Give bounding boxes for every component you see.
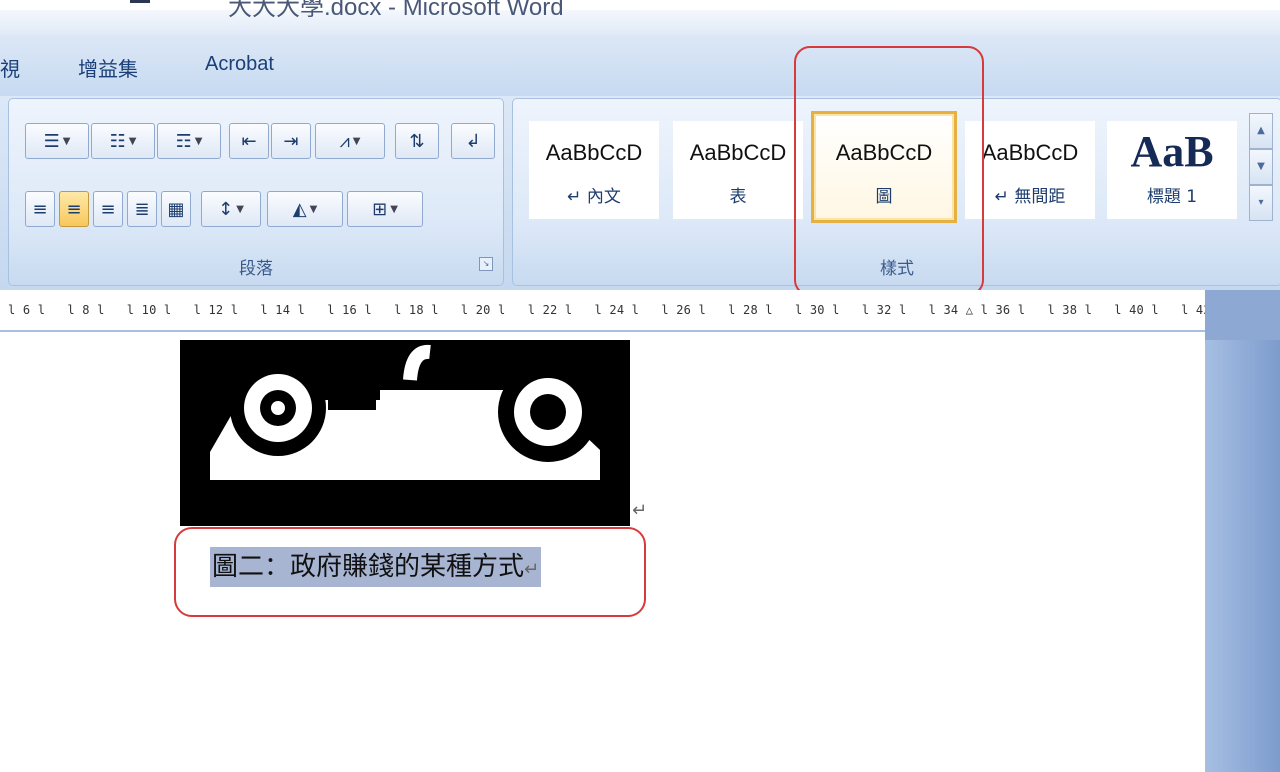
tow-truck-image[interactable] xyxy=(180,340,630,526)
style-annotation-box xyxy=(794,46,984,296)
chevron-down-icon: ▼ xyxy=(62,135,71,147)
align-center-button[interactable]: ≡ xyxy=(59,191,89,227)
multilevel-list-button[interactable]: ☶ ▼ xyxy=(157,123,221,159)
ribbon-tabs: 視 增益集 Acrobat xyxy=(0,36,1280,97)
ruler-scale: l 6 l l 8 l l 10 l l 12 l l 14 l l 16 l … xyxy=(8,303,1211,317)
decrease-indent-icon: ⇤ xyxy=(241,130,257,152)
paragraph-group-label: 段落 xyxy=(239,259,273,279)
sort-icon: ⇅ xyxy=(409,130,425,152)
tab-addins[interactable]: 增益集 xyxy=(78,53,138,82)
style-sample: AaBbCcD xyxy=(545,140,643,165)
paragraph-return-mark: ↵ xyxy=(632,500,648,521)
asian-layout-button[interactable]: ⩘ ▼ xyxy=(315,123,385,159)
tab-acrobat[interactable]: Acrobat xyxy=(205,53,274,76)
align-left-button[interactable]: ≡ xyxy=(25,191,55,227)
style-table[interactable]: AaBbCcD 表 xyxy=(673,121,803,219)
borders-button[interactable]: ⊞ ▼ xyxy=(347,191,423,227)
align-right-icon: ≡ xyxy=(100,198,116,220)
align-center-icon: ≡ xyxy=(66,198,82,220)
style-normal[interactable]: AaBbCcD ↵ 內文 xyxy=(529,121,659,219)
style-sample: AaBbCcD xyxy=(981,140,1079,165)
style-name: 表 xyxy=(729,187,747,207)
style-name: 標題 1 xyxy=(1146,187,1198,207)
tab-view[interactable]: 視 xyxy=(0,53,20,82)
paragraph-group: ☰ ▼ ☷ ▼ ☶ ▼ ⇤ ⇥ ⩘ ▼ ⇅ ↲ ≡ ≡ ≡ ≣ ▦ ↕ ▼ ◭ … xyxy=(8,98,504,286)
style-name: ↵ 內文 xyxy=(567,187,621,207)
border-grid-icon: ⊞ xyxy=(372,198,388,220)
numbered-list-icon: ☷ xyxy=(109,130,126,152)
sort-button[interactable]: ⇅ xyxy=(395,123,439,159)
vertical-scrollbar[interactable] xyxy=(1205,340,1280,772)
chevron-down-icon: ▼ xyxy=(128,135,137,147)
title-bar-fragment xyxy=(130,0,150,3)
numbering-button[interactable]: ☷ ▼ xyxy=(91,123,155,159)
caption-annotation-box xyxy=(174,527,646,617)
horizontal-ruler[interactable]: l 6 l l 8 l l 10 l l 12 l l 14 l l 16 l … xyxy=(0,290,1280,340)
style-sample: AaB xyxy=(1130,127,1214,176)
decrease-indent-button[interactable]: ⇤ xyxy=(229,123,269,159)
align-right-button[interactable]: ≡ xyxy=(93,191,123,227)
line-spacing-button[interactable]: ↕ ▼ xyxy=(201,191,261,227)
chevron-down-icon: ▼ xyxy=(352,135,361,147)
more-styles-icon[interactable]: ▾ xyxy=(1249,185,1273,221)
shading-button[interactable]: ◭ ▼ xyxy=(267,191,343,227)
title-bar-shade xyxy=(0,10,1280,36)
line-spacing-icon: ↕ xyxy=(218,198,234,220)
scroll-up-icon[interactable]: ▲ xyxy=(1249,113,1273,149)
ruler-right-edge xyxy=(1205,290,1280,340)
paragraph-mark-icon: ↲ xyxy=(465,130,481,152)
bullet-list-icon: ☰ xyxy=(43,130,60,152)
window-title: 大大大學.docx - Microsoft Word xyxy=(228,0,564,21)
styles-gallery-scroll[interactable]: ▲ ▼ ▾ xyxy=(1249,113,1273,225)
increase-indent-button[interactable]: ⇥ xyxy=(271,123,311,159)
chevron-down-icon: ▼ xyxy=(309,203,318,215)
asian-layout-icon: ⩘ xyxy=(339,130,350,152)
show-marks-button[interactable]: ↲ xyxy=(451,123,495,159)
multilevel-list-icon: ☶ xyxy=(175,130,192,152)
chevron-down-icon: ▼ xyxy=(194,135,203,147)
scroll-down-icon[interactable]: ▼ xyxy=(1249,149,1273,185)
style-name: ↵ 無間距 xyxy=(994,187,1066,207)
ribbon: ☰ ▼ ☷ ▼ ☶ ▼ ⇤ ⇥ ⩘ ▼ ⇅ ↲ ≡ ≡ ≡ ≣ ▦ ↕ ▼ ◭ … xyxy=(0,96,1280,290)
chevron-down-icon: ▼ xyxy=(390,203,398,215)
style-no-spacing[interactable]: AaBbCcD ↵ 無間距 xyxy=(965,121,1095,219)
align-left-icon: ≡ xyxy=(32,198,48,220)
paint-bucket-icon: ◭ xyxy=(292,198,307,220)
distributed-button[interactable]: ▦ xyxy=(161,191,191,227)
justify-icon: ≣ xyxy=(134,198,150,220)
style-heading-1[interactable]: AaB 標題 1 xyxy=(1107,121,1237,219)
distributed-icon: ▦ xyxy=(167,198,185,220)
increase-indent-icon: ⇥ xyxy=(283,130,299,152)
chevron-down-icon: ▼ xyxy=(236,203,244,215)
title-bar: 大大大學.docx - Microsoft Word xyxy=(0,0,1280,36)
bullets-button[interactable]: ☰ ▼ xyxy=(25,123,89,159)
justify-button[interactable]: ≣ xyxy=(127,191,157,227)
style-sample: AaBbCcD xyxy=(689,140,787,165)
paragraph-dialog-launcher[interactable]: ↘ xyxy=(479,257,493,271)
